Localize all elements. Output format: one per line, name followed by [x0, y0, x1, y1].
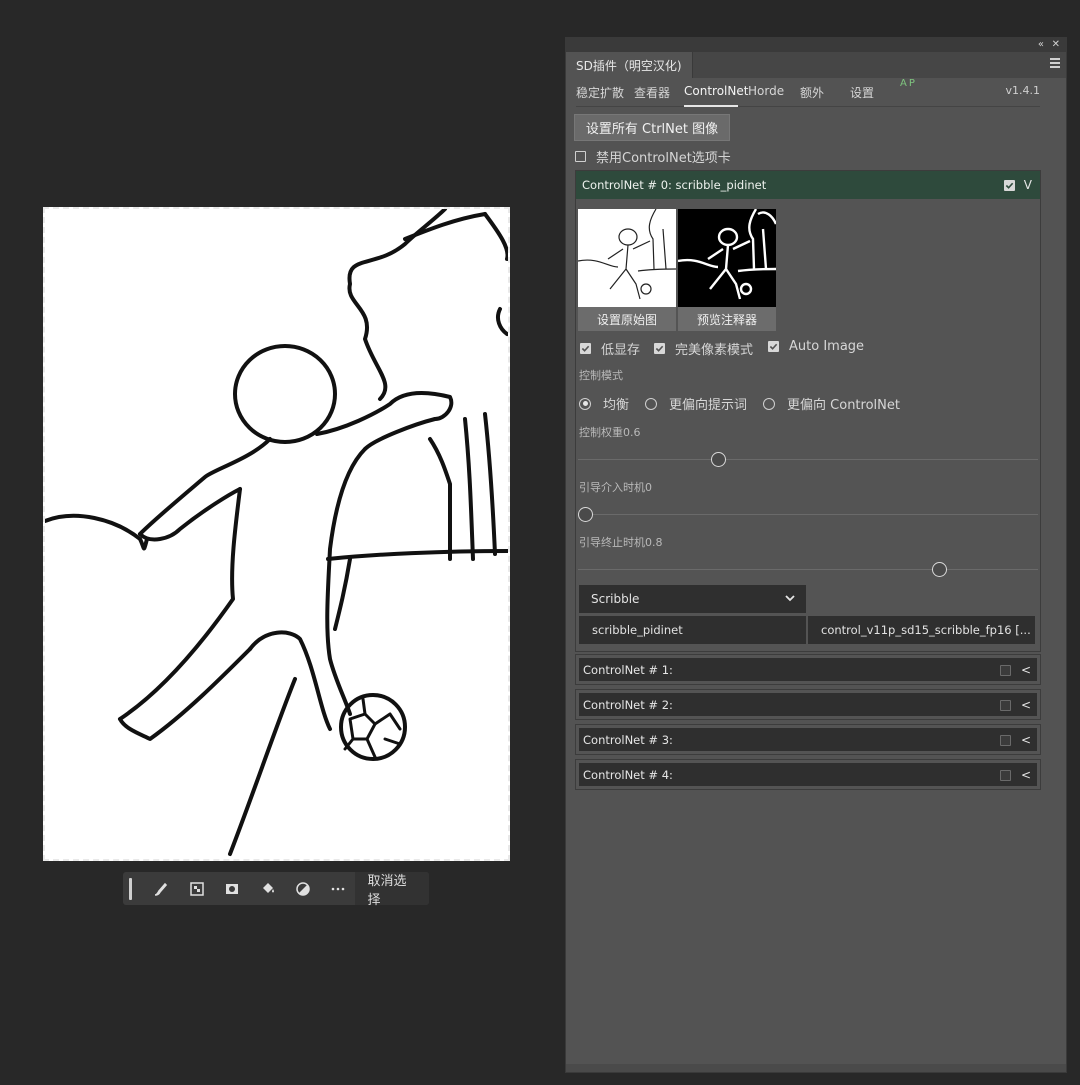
controlnet-unit-4-enable-checkbox[interactable] — [999, 769, 1011, 781]
guidance-start-label: 引导介入时机0 — [579, 481, 652, 494]
controlnet-unit-2: ControlNet # 2: < — [575, 689, 1041, 720]
pixel-perfect-checkbox[interactable] — [654, 343, 665, 354]
guidance-end-knob[interactable] — [932, 562, 947, 577]
brush-icon[interactable] — [144, 872, 179, 905]
guidance-start-track[interactable] — [578, 514, 1038, 515]
option-low-vram[interactable]: 低显存 — [580, 339, 640, 358]
controlnet-unit-1-header[interactable]: ControlNet # 1: < — [579, 658, 1037, 681]
set-source-image-button[interactable]: 设置原始图 — [578, 307, 676, 331]
controlnet-unit-0: ControlNet # 0: scribble_pidinet V 设置原始图… — [575, 170, 1041, 652]
controlnet-unit-2-enable-checkbox[interactable] — [999, 699, 1011, 711]
controlnet-unit-2-title: ControlNet # 2: — [583, 697, 673, 712]
low-vram-checkbox[interactable] — [580, 343, 591, 354]
ap-label: AP — [900, 78, 917, 89]
deselect-button[interactable]: 取消选择 — [355, 872, 430, 908]
controlnet-unit-2-header[interactable]: ControlNet # 2: < — [579, 693, 1037, 716]
control-mode-balanced[interactable]: 均衡 更偏向提示词 更偏向 ControlNet — [579, 394, 900, 413]
more-icon[interactable] — [320, 872, 355, 905]
contextual-task-bar: 取消选择 — [123, 872, 430, 908]
scribble-drawing — [45, 209, 508, 856]
nav-tabs: 稳定扩散 查看器 ControlNet Horde 额外 设置 AP v1.4.… — [576, 78, 1041, 107]
controlnet-unit-1-title: ControlNet # 1: — [583, 662, 673, 677]
disable-controlnet-checkbox[interactable] — [575, 151, 586, 162]
control-weight-knob[interactable] — [711, 452, 726, 467]
fill-bucket-icon[interactable] — [250, 872, 285, 905]
hamburger-menu-icon[interactable] — [1050, 58, 1060, 70]
document-canvas[interactable] — [43, 207, 510, 861]
chevron-left-icon[interactable]: < — [1021, 698, 1031, 712]
mask-checker-icon[interactable] — [179, 872, 214, 905]
controlnet-unit-0-title: ControlNet # 0: scribble_pidinet — [582, 178, 767, 192]
control-weight-track[interactable] — [578, 459, 1038, 460]
chevron-down-icon[interactable]: V — [1024, 178, 1032, 192]
radio-prompt-priority[interactable] — [645, 397, 658, 410]
radio-controlnet-priority[interactable] — [763, 397, 776, 410]
guidance-start-knob[interactable] — [578, 507, 593, 522]
controlnet-unit-4-header[interactable]: ControlNet # 4: < — [579, 763, 1037, 786]
source-image-thumbnail — [578, 209, 676, 307]
controlnet-unit-3-enable-checkbox[interactable] — [999, 734, 1011, 746]
panel-bottom-edge — [566, 1064, 1066, 1072]
controlnet-unit-1-enable-checkbox[interactable] — [999, 664, 1011, 676]
controlnet-unit-3-title: ControlNet # 3: — [583, 732, 673, 747]
active-tab-underline — [684, 105, 738, 107]
guidance-end-label: 引导终止时机0.8 — [579, 536, 663, 549]
double-chevron-left-icon[interactable]: « — [1038, 38, 1044, 52]
preview-annotator-button[interactable]: 预览注释器 — [678, 307, 776, 331]
annotator-preview-thumbnail — [678, 209, 776, 307]
controlnet-unit-1: ControlNet # 1: < — [575, 654, 1041, 685]
tab-stable-diffusion[interactable]: 稳定扩散 — [576, 84, 624, 101]
controlnet-unit-0-header[interactable]: ControlNet # 0: scribble_pidinet V — [576, 171, 1040, 199]
model-value: control_v11p_sd15_scribble_fp16 [... — [821, 623, 1031, 637]
drag-handle[interactable] — [129, 877, 132, 900]
option-auto-image[interactable]: Auto Image — [768, 339, 864, 354]
control-mode-label: 控制模式 — [579, 369, 623, 382]
chevron-down-icon — [784, 592, 796, 607]
control-weight-label: 控制权重0.6 — [579, 426, 641, 439]
chevron-left-icon[interactable]: < — [1021, 733, 1031, 747]
panel-title-strip: « ✕ — [566, 38, 1066, 52]
controlnet-unit-0-enable-checkbox[interactable] — [1003, 179, 1015, 191]
tab-viewer[interactable]: 查看器 — [634, 84, 670, 101]
auto-image-label: Auto Image — [789, 339, 865, 354]
radio-balanced[interactable] — [579, 397, 591, 410]
panel-tab-bar: SD插件（明空汉化) — [566, 52, 1066, 78]
adjustment-circle-icon[interactable] — [285, 872, 320, 905]
option-pixel-perfect[interactable]: 完美像素模式 — [654, 339, 753, 358]
chevron-left-icon[interactable]: < — [1021, 768, 1031, 782]
low-vram-label: 低显存 — [601, 343, 641, 358]
controlnet-priority-label: 更偏向 ControlNet — [787, 398, 900, 413]
auto-image-checkbox[interactable] — [768, 341, 779, 352]
tab-horde[interactable]: Horde — [748, 84, 784, 98]
disable-controlnet-label: 禁用ControlNet选项卡 — [596, 151, 731, 166]
tab-settings[interactable]: 设置 — [850, 84, 874, 101]
guidance-end-track[interactable] — [578, 569, 1038, 570]
controlnet-unit-4: ControlNet # 4: < — [575, 759, 1041, 790]
balanced-label: 均衡 — [603, 398, 630, 413]
layer-mask-icon[interactable] — [214, 872, 249, 905]
tab-extras[interactable]: 额外 — [800, 84, 824, 101]
sd-plugin-panel: « ✕ SD插件（明空汉化) 稳定扩散 查看器 ControlNet Horde… — [565, 37, 1067, 1073]
chevron-left-icon[interactable]: < — [1021, 663, 1031, 677]
pixel-perfect-label: 完美像素模式 — [675, 343, 754, 358]
preprocessor-value: scribble_pidinet — [592, 623, 683, 637]
controlnet-unit-3-header[interactable]: ControlNet # 3: < — [579, 728, 1037, 751]
panel-tab[interactable]: SD插件（明空汉化) — [566, 52, 693, 78]
preprocessor-type-value: Scribble — [591, 592, 640, 606]
tab-controlnet[interactable]: ControlNet — [684, 84, 748, 98]
controlnet-unit-4-title: ControlNet # 4: — [583, 767, 673, 782]
preprocessor-type-select[interactable]: Scribble — [579, 585, 806, 613]
version-label: v1.4.1 — [1005, 84, 1041, 97]
controlnet-unit-3: ControlNet # 3: < — [575, 724, 1041, 755]
close-icon[interactable]: ✕ — [1052, 38, 1060, 52]
prompt-priority-label: 更偏向提示词 — [669, 398, 748, 413]
preprocessor-select[interactable]: scribble_pidinet — [579, 616, 806, 644]
set-all-ctrlnet-images-button[interactable]: 设置所有 CtrlNet 图像 — [574, 114, 730, 141]
model-select[interactable]: control_v11p_sd15_scribble_fp16 [... — [808, 616, 1035, 644]
disable-controlnet-tab-row[interactable]: 禁用ControlNet选项卡 — [575, 147, 731, 166]
